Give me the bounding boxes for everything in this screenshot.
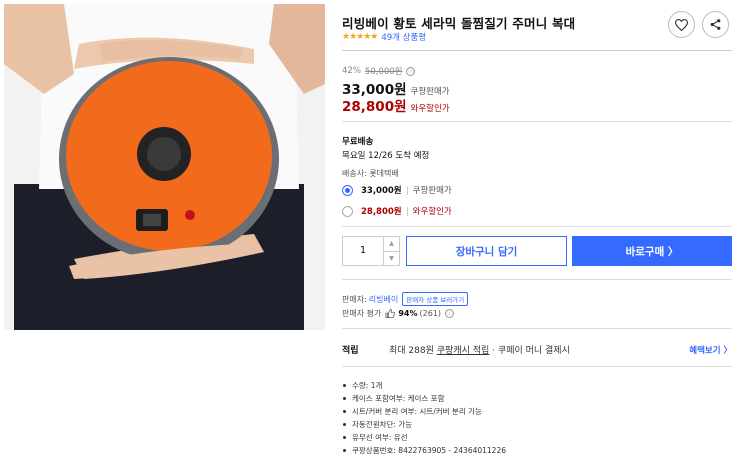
star-rating-icon: ★★★★★ [342, 32, 378, 42]
option-coupang-price[interactable]: 33,000원 쿠팡판매가 [342, 184, 452, 196]
option-price: 33,000원 [361, 186, 402, 196]
option-wow-price[interactable]: 28,800원 와우할인가 [342, 205, 452, 217]
separator [406, 206, 408, 216]
spec-item: 자동전원차단: 가능 [342, 418, 506, 431]
share-icon [710, 19, 721, 30]
divider [342, 121, 732, 122]
add-to-cart-button[interactable]: 장바구니 담기 [406, 236, 567, 266]
thumbs-up-icon [385, 309, 396, 318]
carrier: 배송사: 롯데택배 [342, 169, 399, 178]
seller-name-link[interactable]: 리빙베이 [369, 294, 398, 305]
divider [342, 226, 732, 227]
arrival-date: 목요일 12/26 도착 예정 [342, 151, 430, 161]
divider [342, 279, 732, 280]
spec-item: 케이스 포함여부: 케이스 포함 [342, 392, 506, 405]
spec-item: 수량: 1개 [342, 379, 506, 392]
discount-rate: 42% [342, 66, 361, 76]
seller-prefix: 판매자: [342, 294, 367, 304]
info-icon[interactable]: ⓘ [445, 309, 455, 318]
original-price: 50,000원 [364, 67, 403, 77]
discount-row: 42% 50,000원 ⓘ [342, 65, 416, 77]
seller-row: 판매자: 리빙베이 판매자 상품 보러가기 [342, 292, 469, 306]
rating[interactable]: ★★★★★ 49개 상품평 [342, 31, 426, 43]
wishlist-button[interactable] [668, 11, 695, 38]
wow-price-row: 28,800원 와우할인가 [342, 95, 450, 115]
spec-item: 쿠팡상품번호: 8422763905 - 24364011226 [342, 444, 506, 457]
seller-rating-prefix: 판매자 평가 [342, 309, 382, 318]
radio-unselected[interactable] [342, 205, 353, 217]
buy-now-button[interactable]: 바로구매 〉 [572, 236, 732, 266]
seller-rating-row: 판매자 평가 94% (261) ⓘ [342, 308, 455, 319]
points-condition: · 쿠페이 머니 결제시 [492, 346, 570, 356]
seller-products-button[interactable]: 판매자 상품 보러가기 [402, 292, 469, 306]
share-button[interactable] [702, 11, 729, 38]
spec-list: 수량: 1개 케이스 포함여부: 케이스 포함 시트/커버 분리 여부: 시트/… [342, 379, 506, 457]
option-label: 쿠팡판매가 [412, 186, 452, 196]
spec-item: 유무선 여부: 유선 [342, 431, 506, 444]
benefits-link[interactable]: 혜택보기 〉 [689, 344, 732, 356]
quantity-input[interactable]: 1 [343, 237, 384, 265]
decrement-icon[interactable]: ▼ [384, 252, 399, 266]
separator [406, 185, 408, 195]
divider [342, 50, 732, 51]
spec-item: 시트/커버 분리 여부: 시트/커버 분리 가능 [342, 405, 506, 418]
points-row: 적립 최대 288원 쿠팡캐시 적립 · 쿠페이 머니 결제시 혜택보기 〉 [342, 343, 732, 357]
divider [342, 366, 732, 367]
points-amount: 최대 288원 [389, 346, 434, 356]
option-price: 28,800원 [361, 207, 402, 217]
seller-rating-count: (261) [419, 309, 442, 318]
product-title: 리빙베이 황토 세라믹 돌찜질기 주머니 복대 [342, 16, 576, 31]
points-text: 최대 288원 쿠팡캐시 적립 · 쿠페이 머니 결제시 [389, 343, 570, 356]
coupang-cash-link[interactable]: 쿠팡캐시 적립 [437, 346, 490, 356]
option-label: 와우할인가 [412, 207, 452, 217]
quantity-stepper[interactable]: 1 ▲ ▼ [342, 236, 400, 266]
review-count-link[interactable]: 49개 상품평 [381, 31, 426, 43]
wow-price: 28,800원 [342, 99, 407, 115]
divider [342, 328, 732, 329]
shipping-title: 무료배송 [342, 137, 374, 147]
seller-rating-percent: 94% [398, 309, 418, 318]
radio-selected[interactable] [342, 184, 353, 196]
wow-price-label: 와우할인가 [410, 104, 450, 114]
quantity-steps: ▲ ▼ [384, 237, 399, 265]
product-photo-illustration [4, 4, 325, 330]
increment-icon[interactable]: ▲ [384, 237, 399, 252]
points-label: 적립 [342, 346, 359, 356]
info-icon[interactable]: ⓘ [406, 66, 416, 76]
product-image[interactable] [4, 4, 325, 330]
heart-icon [675, 18, 688, 31]
